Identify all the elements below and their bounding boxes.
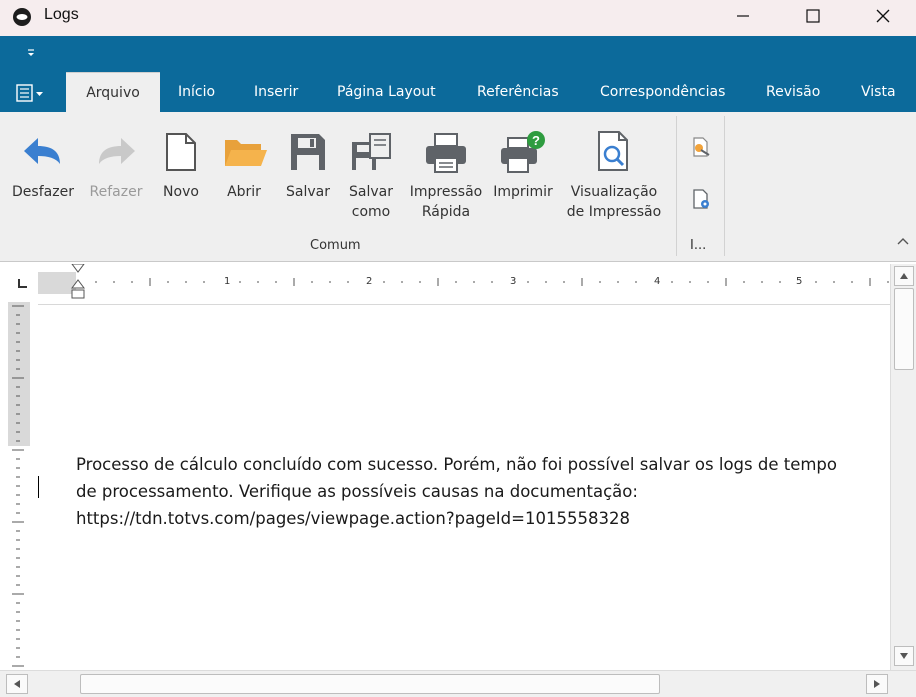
- print-icon: ?: [501, 131, 545, 173]
- ruler-mark-4: 4: [654, 276, 660, 287]
- arrow-right-icon: [874, 680, 880, 688]
- tab-vista[interactable]: Vista: [861, 72, 896, 112]
- document-text[interactable]: Processo de cálculo concluído com sucess…: [76, 451, 890, 532]
- group-comum-label: Comum: [310, 238, 361, 253]
- scroll-right-button[interactable]: [866, 674, 888, 694]
- close-icon: [876, 9, 890, 23]
- save-as-button[interactable]: Salvar como: [342, 112, 400, 232]
- open-label: Abrir: [227, 184, 261, 200]
- save-label: Salvar: [286, 184, 330, 200]
- arrow-left-icon: [14, 680, 20, 688]
- application-menu-icon[interactable]: [16, 84, 44, 102]
- maximize-button[interactable]: [790, 0, 836, 32]
- ruler-mark-5: 5: [796, 276, 802, 287]
- document-line-3: https://tdn.totvs.com/pages/viewpage.act…: [76, 509, 630, 528]
- open-button[interactable]: Abrir: [216, 112, 272, 232]
- tab-inicio[interactable]: Início: [178, 72, 215, 112]
- save-as-label-line2: como: [351, 204, 391, 220]
- undo-button[interactable]: Desfazer: [6, 112, 80, 232]
- group-separator-2: [724, 116, 725, 256]
- save-icon: [291, 134, 325, 170]
- minimize-button[interactable]: [720, 0, 766, 32]
- new-button[interactable]: Novo: [154, 112, 208, 232]
- new-label: Novo: [163, 184, 199, 200]
- print-label: Imprimir: [493, 184, 553, 200]
- close-button[interactable]: [860, 0, 906, 32]
- tab-arquivo[interactable]: Arquivo: [66, 72, 160, 112]
- undo-icon: [24, 138, 60, 164]
- tab-referencias[interactable]: Referências: [477, 72, 559, 112]
- tab-correspondencias[interactable]: Correspondências: [600, 72, 725, 112]
- print-preview-button[interactable]: Visualização de Impressão: [562, 112, 666, 232]
- document-line-2: de processamento. Verifique as possíveis…: [76, 482, 638, 501]
- save-as-label: Salvar como: [342, 182, 400, 222]
- quick-print-button[interactable]: Impressão Rápida: [406, 112, 486, 232]
- ruler-mark-2: 2: [366, 276, 372, 287]
- print-preview-label-line2: de Impressão: [566, 204, 662, 220]
- tab-revisao[interactable]: Revisão: [766, 72, 820, 112]
- svg-text:?: ?: [532, 133, 540, 148]
- redo-label: Refazer: [89, 184, 143, 200]
- window-title: Logs: [44, 6, 79, 23]
- quick-print-icon: [426, 133, 466, 173]
- ruler-mark-1: 1: [224, 276, 230, 287]
- group-info-label: I...: [690, 238, 707, 253]
- horizontal-scroll-thumb[interactable]: [80, 674, 660, 694]
- horizontal-scrollbar[interactable]: [0, 670, 916, 697]
- maximize-icon: [806, 9, 820, 23]
- document-settings-icon[interactable]: [690, 188, 712, 210]
- group-separator: [676, 116, 677, 256]
- print-preview-label-line1: Visualização: [570, 184, 658, 200]
- print-button[interactable]: ? Imprimir: [490, 112, 556, 232]
- ribbon-panel: Desfazer Refazer Novo Abrir Salvar Salva…: [0, 112, 916, 262]
- save-as-label-line1: Salvar: [349, 184, 393, 200]
- text-caret: [38, 476, 39, 498]
- quick-print-label: Impressão Rápida: [406, 182, 486, 222]
- quick-access-toolbar: [0, 36, 916, 72]
- save-as-icon: [352, 133, 391, 170]
- scroll-up-button[interactable]: [894, 266, 914, 286]
- quick-print-label-line2: Rápida: [421, 204, 471, 220]
- redo-button[interactable]: Refazer: [82, 112, 150, 232]
- totvs-logo-icon: [13, 8, 31, 26]
- arrow-down-icon: [900, 653, 908, 659]
- vertical-scrollbar[interactable]: [890, 264, 916, 670]
- chevron-up-icon[interactable]: [896, 236, 910, 246]
- arrow-up-icon: [900, 273, 908, 279]
- tab-stop-selector-icon[interactable]: [10, 270, 36, 296]
- tab-pagina-layout[interactable]: Página Layout: [337, 72, 436, 112]
- tab-inserir[interactable]: Inserir: [254, 72, 298, 112]
- open-folder-icon: [225, 140, 267, 166]
- save-button[interactable]: Salvar: [280, 112, 336, 232]
- ribbon-tabs: Arquivo Início Inserir Página Layout Ref…: [0, 72, 916, 112]
- document-key-icon[interactable]: [690, 136, 712, 158]
- chevron-down-icon[interactable]: [24, 48, 38, 58]
- quick-print-label-line1: Impressão: [409, 184, 483, 200]
- title-bar: Logs: [0, 0, 916, 36]
- new-document-icon: [166, 133, 196, 171]
- undo-label: Desfazer: [12, 184, 74, 200]
- minimize-icon: [737, 15, 749, 17]
- print-preview-label: Visualização de Impressão: [562, 182, 666, 222]
- document-page[interactable]: Processo de cálculo concluído com sucess…: [38, 304, 890, 670]
- scroll-left-button[interactable]: [6, 674, 28, 694]
- vertical-scroll-thumb[interactable]: [894, 288, 914, 370]
- print-preview-icon: [598, 131, 628, 171]
- ruler-mark-3: 3: [510, 276, 516, 287]
- scroll-down-button[interactable]: [894, 646, 914, 666]
- horizontal-ruler[interactable]: 1 2 3 4 5: [38, 264, 890, 302]
- document-line-1: Processo de cálculo concluído com sucess…: [76, 455, 837, 474]
- redo-icon: [99, 138, 135, 164]
- vertical-ruler[interactable]: [0, 302, 38, 670]
